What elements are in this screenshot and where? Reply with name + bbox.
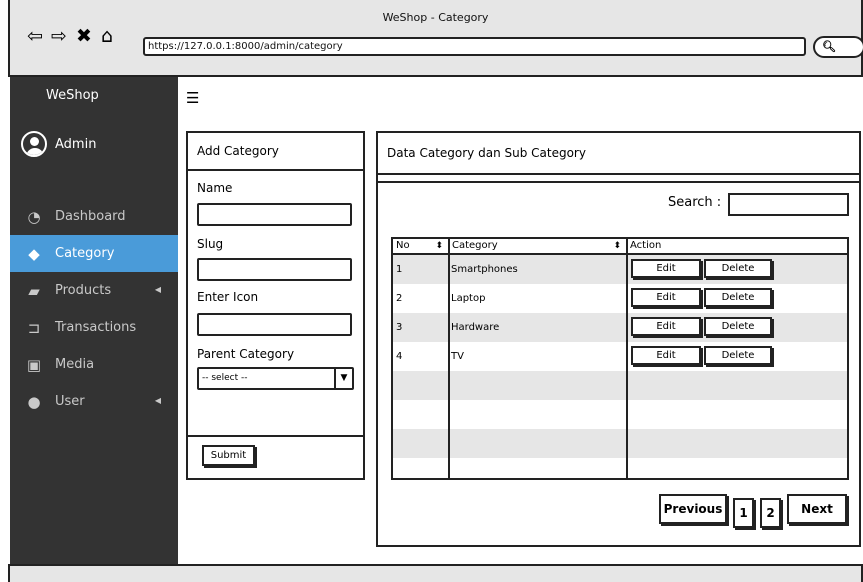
form-divider <box>188 435 363 437</box>
search-input[interactable] <box>728 193 849 216</box>
sidebar-item-label: Category <box>55 246 115 261</box>
window-title: WeShop - Category <box>382 11 489 24</box>
delete-button[interactable]: Delete <box>704 317 772 336</box>
column-header-category[interactable]: Category ⬍ <box>449 239 627 253</box>
name-input[interactable] <box>197 203 352 226</box>
icon-input[interactable] <box>197 313 352 336</box>
row-category: TV <box>451 351 464 362</box>
table-row: 3 Hardware Edit Delete <box>393 313 847 342</box>
table-row: 2 Laptop Edit Delete <box>393 284 847 313</box>
browser-search[interactable]: 🔍︎ <box>813 36 863 58</box>
table-header: No ⬍ Category ⬍ Action <box>393 239 847 255</box>
sidebar-item-label: Products <box>55 283 112 298</box>
sidebar-item-category[interactable]: ◆ Category <box>10 235 178 272</box>
sidebar-item-products[interactable]: ▰ Products ◀ <box>10 272 178 309</box>
user-icon: ● <box>27 392 41 411</box>
category-table: No ⬍ Category ⬍ Action 1 Smartphones Edi… <box>391 237 849 480</box>
add-category-panel: Add Category Name Slug Enter Icon Parent… <box>186 131 365 480</box>
table-row: 1 Smartphones Edit Delete <box>393 255 847 284</box>
sort-icon: ⬍ <box>613 241 621 251</box>
caret-left-icon: ◀ <box>154 396 161 405</box>
panel-title: Data Category dan Sub Category <box>378 133 859 175</box>
panel-title: Add Category <box>188 133 363 171</box>
sort-icon: ⬍ <box>435 241 443 251</box>
delete-button[interactable]: Delete <box>704 259 772 278</box>
sidebar: WeShop Admin ◔ Dashboard ◆ Category ▰ Pr… <box>10 77 178 564</box>
user-name: Admin <box>55 136 97 152</box>
tag-icon: ◆ <box>28 244 40 263</box>
truck-icon: ▰ <box>28 281 40 300</box>
dashboard-icon: ◔ <box>27 207 41 226</box>
search-icon: 🔍︎ <box>822 40 836 53</box>
submit-button[interactable]: Submit <box>202 445 255 466</box>
column-header-no[interactable]: No ⬍ <box>393 239 449 253</box>
sidebar-item-label: User <box>55 394 85 409</box>
table-row-empty <box>393 400 847 429</box>
sidebar-item-user[interactable]: ● User ◀ <box>10 383 178 420</box>
slug-label: Slug <box>197 237 224 251</box>
parent-category-value: -- select -- <box>202 373 248 383</box>
table-row-empty <box>393 371 847 400</box>
cart-icon: ⊐ <box>27 318 41 337</box>
divider <box>378 181 859 183</box>
row-category: Hardware <box>451 322 500 333</box>
sidebar-item-dashboard[interactable]: ◔ Dashboard <box>10 198 178 235</box>
column-divider <box>448 239 450 478</box>
home-icon[interactable]: ⌂ <box>96 25 118 47</box>
category-data-panel: Data Category dan Sub Category Search : … <box>376 131 861 547</box>
sidebar-item-media[interactable]: ▣ Media <box>10 346 178 383</box>
caret-left-icon: ◀ <box>154 285 161 294</box>
table-row: 4 TV Edit Delete <box>393 342 847 371</box>
sidebar-item-label: Dashboard <box>55 209 126 224</box>
sidebar-item-label: Media <box>55 357 95 372</box>
column-divider <box>626 239 628 478</box>
table-row-empty <box>393 458 847 478</box>
row-number: 1 <box>396 264 403 275</box>
chevron-down-icon: ▼ <box>334 369 352 388</box>
edit-button[interactable]: Edit <box>631 288 701 307</box>
back-icon[interactable]: ⇦ <box>24 25 46 47</box>
url-bar[interactable]: https://127.0.0.1:8000/admin/category <box>143 37 806 56</box>
column-header-action: Action <box>630 240 662 251</box>
sidebar-item-transactions[interactable]: ⊐ Transactions <box>10 309 178 346</box>
status-bar <box>8 564 863 582</box>
browser-chrome: WeShop - Category ⇦ ⇨ ✖ ⌂ https://127.0.… <box>8 0 863 77</box>
row-number: 2 <box>396 293 403 304</box>
previous-page-button[interactable]: Previous <box>659 494 727 524</box>
slug-input[interactable] <box>197 258 352 281</box>
page-2-button[interactable]: 2 <box>760 498 781 528</box>
image-icon: ▣ <box>26 355 42 374</box>
table-row-empty <box>393 429 847 458</box>
user-panel[interactable]: Admin <box>21 131 96 157</box>
parent-category-label: Parent Category <box>197 347 295 361</box>
search-label: Search : <box>668 195 722 210</box>
parent-category-select[interactable]: -- select -- ▼ <box>197 367 354 390</box>
hamburger-menu-icon[interactable]: ☰ <box>186 89 199 107</box>
row-number: 3 <box>396 322 403 333</box>
edit-button[interactable]: Edit <box>631 346 701 365</box>
sidebar-menu: ◔ Dashboard ◆ Category ▰ Products ◀ ⊐ Tr… <box>10 198 178 420</box>
name-label: Name <box>197 181 233 195</box>
row-category: Laptop <box>451 293 486 304</box>
row-category: Smartphones <box>451 264 518 275</box>
edit-button[interactable]: Edit <box>631 317 701 336</box>
icon-label: Enter Icon <box>197 290 259 304</box>
sidebar-item-label: Transactions <box>55 320 137 335</box>
delete-button[interactable]: Delete <box>704 288 772 307</box>
brand-name[interactable]: WeShop <box>46 88 99 103</box>
forward-icon[interactable]: ⇨ <box>48 25 70 47</box>
delete-button[interactable]: Delete <box>704 346 772 365</box>
next-page-button[interactable]: Next <box>787 494 847 524</box>
page-1-button[interactable]: 1 <box>733 498 754 528</box>
close-icon[interactable]: ✖ <box>73 25 95 47</box>
edit-button[interactable]: Edit <box>631 259 701 278</box>
avatar-icon <box>21 131 47 157</box>
row-number: 4 <box>396 351 403 362</box>
